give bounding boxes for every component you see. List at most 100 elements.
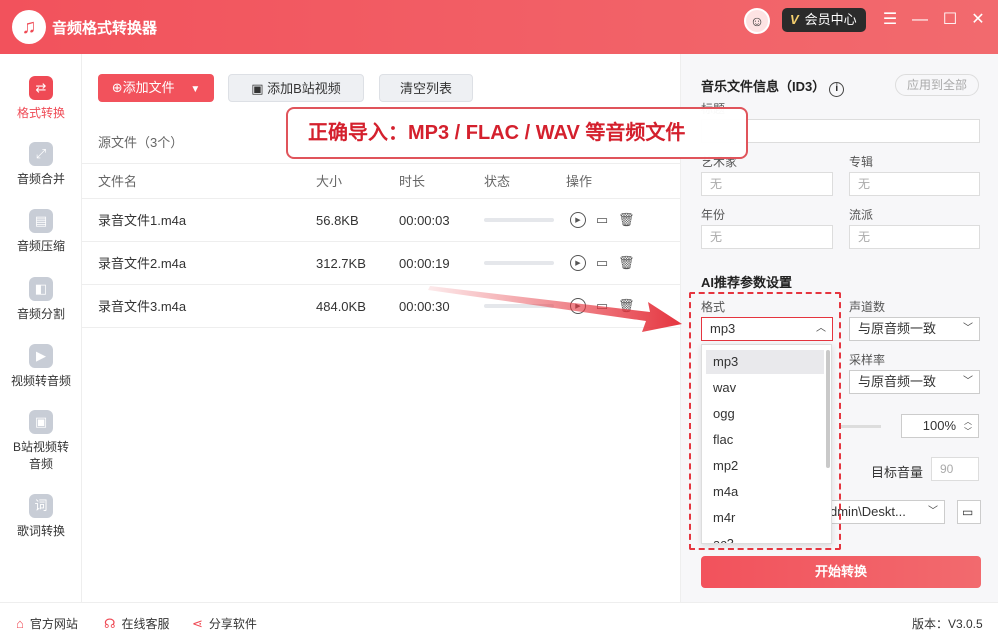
sidebar-item-split[interactable]: ◧ 音频分割 [0, 277, 82, 322]
header-size: 大小 [316, 174, 343, 189]
maximize-icon[interactable]: ☐ [940, 10, 960, 30]
file-size: 484.0KB [316, 299, 366, 314]
official-website-link[interactable]: ⌂ 官方网站 [16, 615, 78, 632]
add-file-label: 添加文件 [122, 80, 175, 95]
minimize-icon[interactable]: — [910, 10, 930, 30]
samplerate-label: 采样率 [849, 353, 886, 367]
lyrics-icon: 词 [29, 494, 53, 518]
vip-center-button[interactable]: V 会员中心 [782, 8, 866, 32]
sidebar-item-label: B站视频转音频 [12, 440, 69, 471]
year-label: 年份 [701, 208, 726, 222]
target-volume-field[interactable]: 90 [931, 457, 979, 481]
sidebar-item-video-to-audio[interactable]: ▶ 视频转音频 [0, 344, 82, 389]
sidebar-item-bilibili[interactable]: ▣ B站视频转音频 [0, 410, 82, 472]
highlight-dashed-box [689, 292, 841, 550]
sidebar-item-label: 格式转换 [16, 106, 65, 120]
file-size: 312.7KB [316, 256, 366, 271]
target-volume-label: 目标音量 [871, 465, 924, 480]
ai-settings-title: AI推荐参数设置 [701, 275, 793, 290]
split-icon: ◧ [29, 277, 53, 301]
album-field[interactable]: 无 [849, 172, 980, 196]
volume-stepper[interactable]: 100% ︿ ﹀ [901, 414, 979, 438]
sidebar-item-lyrics[interactable]: 词 歌词转换 [0, 494, 82, 539]
id3-info-title: 音乐文件信息（ID3） i [701, 76, 845, 97]
header-duration: 时长 [399, 174, 426, 189]
menu-icon[interactable]: ☰ [880, 10, 900, 30]
sidebar: ⇄ 格式转换 ⤢ 音频合并 ▤ 音频压缩 ◧ 音频分割 ▶ 视频转音频 ▣ B站… [0, 54, 82, 602]
folder-icon[interactable]: ▭ [594, 212, 610, 228]
avatar[interactable]: ☺ [744, 8, 770, 34]
play-icon[interactable]: ▶ [570, 212, 586, 228]
tv-icon: ▣ [251, 81, 268, 96]
file-name: 录音文件1.m4a [98, 213, 187, 228]
info-icon[interactable]: i [829, 82, 845, 97]
chevron-down-icon: ﹀ [963, 323, 973, 334]
clear-list-button[interactable]: 清空列表 [379, 74, 473, 102]
trash-icon[interactable]: 🗑 [618, 255, 635, 271]
sidebar-item-label: 音频合并 [16, 172, 65, 186]
play-icon[interactable]: ▶ [570, 255, 586, 271]
share-icon: ⋖ [192, 616, 203, 631]
version-label: 版本：V3.0.5 [912, 617, 983, 631]
table-header: 文件名 大小 时长 状态 操作 [82, 163, 680, 199]
status-progress-bar [484, 218, 554, 222]
vip-label: 会员中心 [804, 12, 857, 27]
annotation-arrow-icon [428, 286, 682, 332]
channels-select-value: 与原音频一致 [858, 321, 937, 336]
share-software-label: 分享软件 [208, 617, 257, 631]
plus-icon: ⊕ [111, 80, 123, 95]
samplerate-select-value: 与原音频一致 [858, 374, 937, 389]
file-duration: 00:00:03 [399, 213, 450, 228]
start-convert-button[interactable]: 开始转换 [701, 556, 981, 588]
album-label: 专辑 [849, 155, 874, 169]
artist-field[interactable]: 无 [701, 172, 833, 196]
add-bili-video-button[interactable]: ▣ 添加B站视频 [228, 74, 364, 102]
sidebar-item-label: 音频压缩 [16, 239, 65, 253]
merge-icon: ⤢ [29, 142, 53, 166]
file-size: 56.8KB [316, 213, 359, 228]
table-row[interactable]: 录音文件2.m4a 312.7KB 00:00:19 ▶ ▭ 🗑 [82, 242, 680, 285]
online-service-link[interactable]: ☊ 在线客服 [104, 615, 170, 632]
channels-select[interactable]: 与原音频一致 ﹀ [849, 317, 980, 341]
header-name: 文件名 [98, 174, 138, 189]
music-note-icon: ♫ [12, 10, 46, 44]
file-name: 录音文件2.m4a [98, 256, 187, 271]
sidebar-item-merge[interactable]: ⤢ 音频合并 [0, 142, 82, 187]
sidebar-item-label: 歌词转换 [16, 524, 65, 538]
sidebar-item-label: 音频分割 [16, 307, 65, 321]
source-file-count: 源文件（3个） [98, 135, 184, 150]
genre-field[interactable]: 无 [849, 225, 980, 249]
sidebar-item-format-convert[interactable]: ⇄ 格式转换 [0, 76, 82, 121]
close-icon[interactable]: ✕ [968, 10, 988, 30]
file-duration: 00:00:19 [399, 256, 450, 271]
import-hint-callout: 正确导入：MP3 / FLAC / WAV 等音频文件 [286, 107, 748, 159]
header-action: 操作 [566, 174, 593, 189]
stepper-arrows-icon[interactable]: ︿ ﹀ [964, 417, 972, 437]
chevron-down-icon: ﹀ [928, 506, 938, 517]
channels-label: 声道数 [849, 300, 886, 314]
sidebar-item-label: 视频转音频 [10, 374, 71, 388]
table-row[interactable]: 录音文件1.m4a 56.8KB 00:00:03 ▶ ▭ 🗑 [82, 199, 680, 242]
add-file-button[interactable]: ⊕添加文件 ▼ [98, 74, 214, 102]
header-status: 状态 [484, 174, 511, 189]
volume-value: 100% [922, 418, 956, 433]
sidebar-item-compress[interactable]: ▤ 音频压缩 [0, 209, 82, 254]
output-path-value: dmin\Deskt... [830, 504, 906, 519]
vip-badge: V [790, 12, 799, 27]
chevron-down-icon: ﹀ [963, 376, 973, 387]
samplerate-select[interactable]: 与原音频一致 ﹀ [849, 370, 980, 394]
home-icon: ⌂ [16, 616, 24, 631]
trash-icon[interactable]: 🗑 [618, 212, 635, 228]
bilibili-icon: ▣ [29, 410, 53, 434]
apply-to-all-button[interactable]: 应用到全部 [895, 74, 979, 96]
folder-icon[interactable]: ▭ [594, 255, 610, 271]
add-bili-label: 添加B站视频 [267, 81, 341, 96]
year-field[interactable]: 无 [701, 225, 833, 249]
folder-open-icon[interactable]: ▭ [957, 500, 981, 524]
footer: ⌂ 官方网站 ☊ 在线客服 ⋖ 分享软件 版本：V3.0.5 [0, 602, 998, 640]
share-software-link[interactable]: ⋖ 分享软件 [192, 615, 257, 632]
headset-icon: ☊ [104, 616, 116, 631]
chevron-down-icon: ▼ [190, 84, 201, 95]
volume-slider-track[interactable] [841, 425, 881, 428]
compress-icon: ▤ [29, 209, 53, 233]
